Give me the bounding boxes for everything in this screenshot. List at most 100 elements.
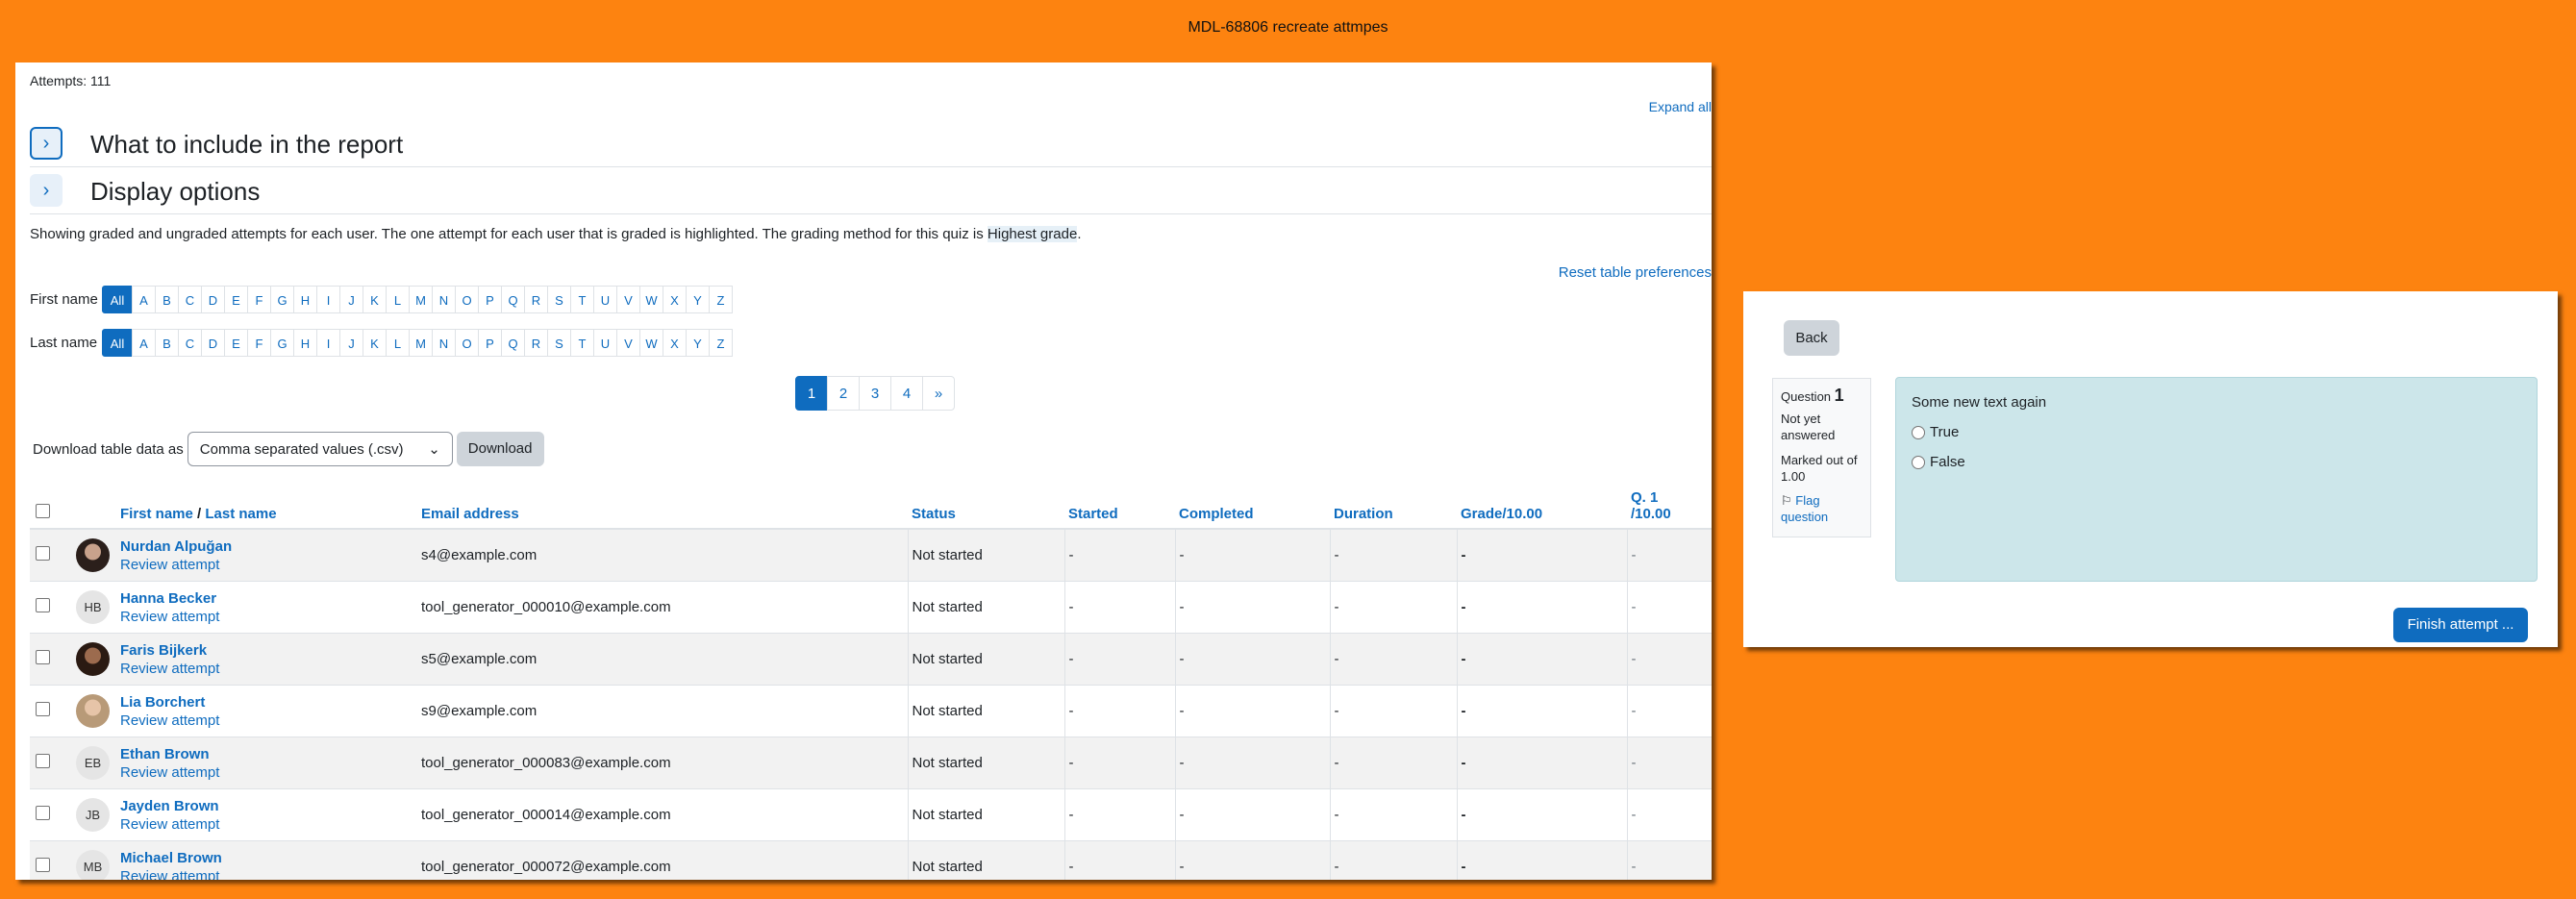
initial-letter[interactable]: O xyxy=(455,329,479,357)
initial-letter[interactable]: U xyxy=(593,286,617,313)
flag-question-link[interactable]: ⚐ Flag question xyxy=(1781,492,1863,525)
initial-letter[interactable]: H xyxy=(293,286,317,313)
section-what-to-include[interactable]: › What to include in the report xyxy=(30,120,1712,167)
page-link[interactable]: 3 xyxy=(859,376,891,411)
review-attempt-link[interactable]: Review attempt xyxy=(120,712,417,729)
review-attempt-link[interactable]: Review attempt xyxy=(120,661,417,677)
user-name-link[interactable]: Hanna Becker xyxy=(120,590,417,607)
last-name-sort[interactable]: Last name xyxy=(205,506,276,522)
initial-letter[interactable]: E xyxy=(224,286,248,313)
initial-letter[interactable]: B xyxy=(155,286,179,313)
initial-letter[interactable]: J xyxy=(339,329,363,357)
back-button[interactable]: Back xyxy=(1784,320,1839,356)
initial-letter[interactable]: K xyxy=(363,329,387,357)
initial-letter[interactable]: A xyxy=(132,286,156,313)
row-checkbox[interactable] xyxy=(36,754,50,768)
initial-letter[interactable]: Y xyxy=(686,286,710,313)
q1-header[interactable]: Q. 1/10.00 xyxy=(1627,470,1712,530)
avatar[interactable] xyxy=(76,538,110,572)
review-attempt-link[interactable]: Review attempt xyxy=(120,868,417,881)
initial-letter[interactable]: L xyxy=(386,286,410,313)
initial-letter[interactable]: W xyxy=(639,329,663,357)
review-attempt-link[interactable]: Review attempt xyxy=(120,557,417,573)
answer-option[interactable]: False xyxy=(1912,454,2521,470)
user-name-link[interactable]: Lia Borchert xyxy=(120,694,417,711)
initial-letter[interactable]: D xyxy=(201,329,225,357)
first-name-sort[interactable]: First name xyxy=(120,506,193,522)
avatar[interactable] xyxy=(76,694,110,728)
row-checkbox[interactable] xyxy=(36,650,50,664)
initial-letter[interactable]: I xyxy=(316,329,340,357)
radio-button[interactable] xyxy=(1912,455,1925,469)
initial-letter[interactable]: N xyxy=(432,286,456,313)
initial-letter[interactable]: W xyxy=(639,286,663,313)
initial-all[interactable]: All xyxy=(102,329,133,357)
grade-header[interactable]: Grade/10.00 xyxy=(1457,470,1627,530)
initial-letter[interactable]: V xyxy=(616,329,640,357)
initial-letter[interactable]: S xyxy=(547,286,571,313)
user-name-link[interactable]: Nurdan Alpuğan xyxy=(120,538,417,555)
chevron-right-icon[interactable]: › xyxy=(30,174,63,207)
initial-letter[interactable]: G xyxy=(270,286,294,313)
avatar[interactable] xyxy=(76,642,110,676)
initial-letter[interactable]: Z xyxy=(709,286,733,313)
initial-letter[interactable]: C xyxy=(178,286,202,313)
avatar[interactable]: JB xyxy=(76,798,110,832)
chevron-right-icon[interactable]: › xyxy=(30,127,63,160)
select-all-checkbox[interactable] xyxy=(36,504,50,518)
initial-letter[interactable]: Q xyxy=(501,286,525,313)
user-name-link[interactable]: Jayden Brown xyxy=(120,798,417,814)
row-checkbox[interactable] xyxy=(36,546,50,561)
page-link[interactable]: 1 xyxy=(795,376,828,411)
initial-letter[interactable]: H xyxy=(293,329,317,357)
user-name-link[interactable]: Ethan Brown xyxy=(120,746,417,762)
initial-letter[interactable]: F xyxy=(247,329,271,357)
download-format-select[interactable]: Comma separated values (.csv) ⌄ xyxy=(187,432,453,466)
initial-letter[interactable]: M xyxy=(409,286,433,313)
review-attempt-link[interactable]: Review attempt xyxy=(120,816,417,833)
initial-letter[interactable]: D xyxy=(201,286,225,313)
initial-letter[interactable]: T xyxy=(570,286,594,313)
expand-all-link[interactable]: Expand all xyxy=(1649,99,1712,114)
initial-letter[interactable]: I xyxy=(316,286,340,313)
radio-button[interactable] xyxy=(1912,425,1925,439)
initial-letter[interactable]: J xyxy=(339,286,363,313)
initial-letter[interactable]: L xyxy=(386,329,410,357)
avatar[interactable]: EB xyxy=(76,746,110,780)
review-attempt-link[interactable]: Review attempt xyxy=(120,609,417,625)
row-checkbox[interactable] xyxy=(36,806,50,820)
initial-letter[interactable]: Z xyxy=(709,329,733,357)
initial-letter[interactable]: X xyxy=(663,286,687,313)
initial-letter[interactable]: U xyxy=(593,329,617,357)
download-button[interactable]: Download xyxy=(456,432,544,466)
started-header[interactable]: Started xyxy=(1064,470,1175,530)
row-checkbox[interactable] xyxy=(36,858,50,872)
page-link[interactable]: 4 xyxy=(890,376,923,411)
initial-letter[interactable]: R xyxy=(524,329,548,357)
user-name-link[interactable]: Michael Brown xyxy=(120,850,417,866)
initial-letter[interactable]: B xyxy=(155,329,179,357)
initial-letter[interactable]: N xyxy=(432,329,456,357)
initial-letter[interactable]: Y xyxy=(686,329,710,357)
initial-letter[interactable]: F xyxy=(247,286,271,313)
initial-letter[interactable]: O xyxy=(455,286,479,313)
reset-table-preferences-link[interactable]: Reset table preferences xyxy=(1559,264,1712,281)
row-checkbox[interactable] xyxy=(36,598,50,612)
row-checkbox[interactable] xyxy=(36,702,50,716)
initial-letter[interactable]: E xyxy=(224,329,248,357)
initial-letter[interactable]: T xyxy=(570,329,594,357)
completed-header[interactable]: Completed xyxy=(1175,470,1330,530)
initial-letter[interactable]: P xyxy=(478,286,502,313)
initial-letter[interactable]: P xyxy=(478,329,502,357)
initial-letter[interactable]: S xyxy=(547,329,571,357)
answer-option[interactable]: True xyxy=(1912,424,2521,440)
initial-letter[interactable]: A xyxy=(132,329,156,357)
section-display-options[interactable]: › Display options xyxy=(30,167,1712,214)
page-link[interactable]: 2 xyxy=(827,376,860,411)
avatar[interactable]: HB xyxy=(76,590,110,624)
initial-all[interactable]: All xyxy=(102,286,133,313)
initial-letter[interactable]: C xyxy=(178,329,202,357)
initial-letter[interactable]: R xyxy=(524,286,548,313)
initial-letter[interactable]: G xyxy=(270,329,294,357)
initial-letter[interactable]: Q xyxy=(501,329,525,357)
